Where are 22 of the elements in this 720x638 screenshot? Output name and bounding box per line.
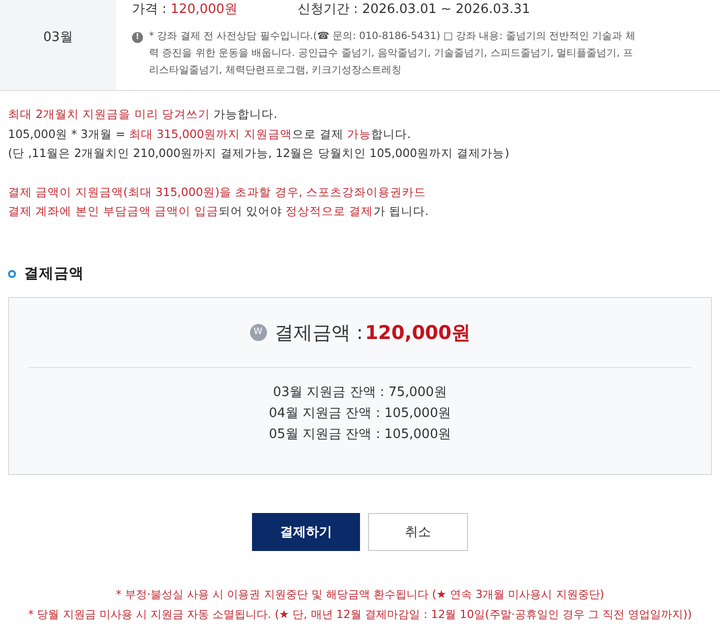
notice-text: (단 ,11월은 2개월치인 210,000원까지 결제가능, 12월은 당월치인 105,000원까지 결제가능) xyxy=(8,145,510,162)
info-icon: ! xyxy=(132,32,143,42)
notice-text: 최대 2개월치 지원금을 미리 당겨쓰기 가능합니다. xyxy=(8,106,278,123)
info-text: * 강좌 결제 전 사전상담 필수입니다.(☎ 문의: 010-8186-5431) □ 강좌 내용: 줄넘기의 전반적인 기술과 체력 증진을 위한 운동을 배웁니다. 공인급수 줄넘기, 음악줄넘기, 기술줄넘기, 스피드줄넘기, 멀티플줄넘기, 프리스타일줄넘기, 체력단련프로그램, 키크기성장스트레칭 xyxy=(149,30,636,78)
footer-note: * 당월 지원금 미사용 시 지원금 자동 소멸됩니다. (★ 단, 매년 12월 결제마감일 : 12월 10일(주말·공휴일인 경우 그 직전 영업일까지)) xyxy=(28,607,692,624)
pay-button[interactable]: 결제하기 xyxy=(252,513,360,552)
price-text: 가격 : 120,000원 xyxy=(132,1,238,19)
notice-text: 결제 계좌에 본인 부담금액 금액이 입금되어 있어야 정상적으로 결제 가 됩니다. xyxy=(8,203,430,220)
currency-icon: W xyxy=(250,324,266,342)
balance-text: 05월 지원금 잔액 : 105,000원 xyxy=(268,426,452,444)
amount-label: 결제금액 : xyxy=(274,320,363,346)
balance-text: 03월 지원금 잔액 : 75,000원 xyxy=(273,384,447,402)
month-label: 03월 xyxy=(43,29,73,48)
notice-text: 결제 금액이 지원금액(최대 315,000원)을 초과할 경우, 스포츠강좌이용권카드 xyxy=(8,184,428,200)
bullet-icon xyxy=(8,270,16,278)
notice-text: 105,000원 * 3개월 = 최대 315,000원까지 지원금액 으로 결제 가능합니다. xyxy=(8,126,412,142)
section-title: 결제금액 xyxy=(24,264,84,284)
cancel-button[interactable]: 취소 xyxy=(368,513,468,552)
footer-note: * 부정·불성실 사용 시 이용권 지원중단 및 해당금액 환수됩니다 (★ 연속 3개월 미사용시 지원중단) xyxy=(116,587,604,604)
balance-text: 04월 지원금 잔액 : 105,000원 xyxy=(268,405,452,424)
period-text: 신청기간 : 2026.03.01 ~ 2026.03.31 xyxy=(297,1,530,19)
amount-value: 120,000원 xyxy=(364,320,470,346)
